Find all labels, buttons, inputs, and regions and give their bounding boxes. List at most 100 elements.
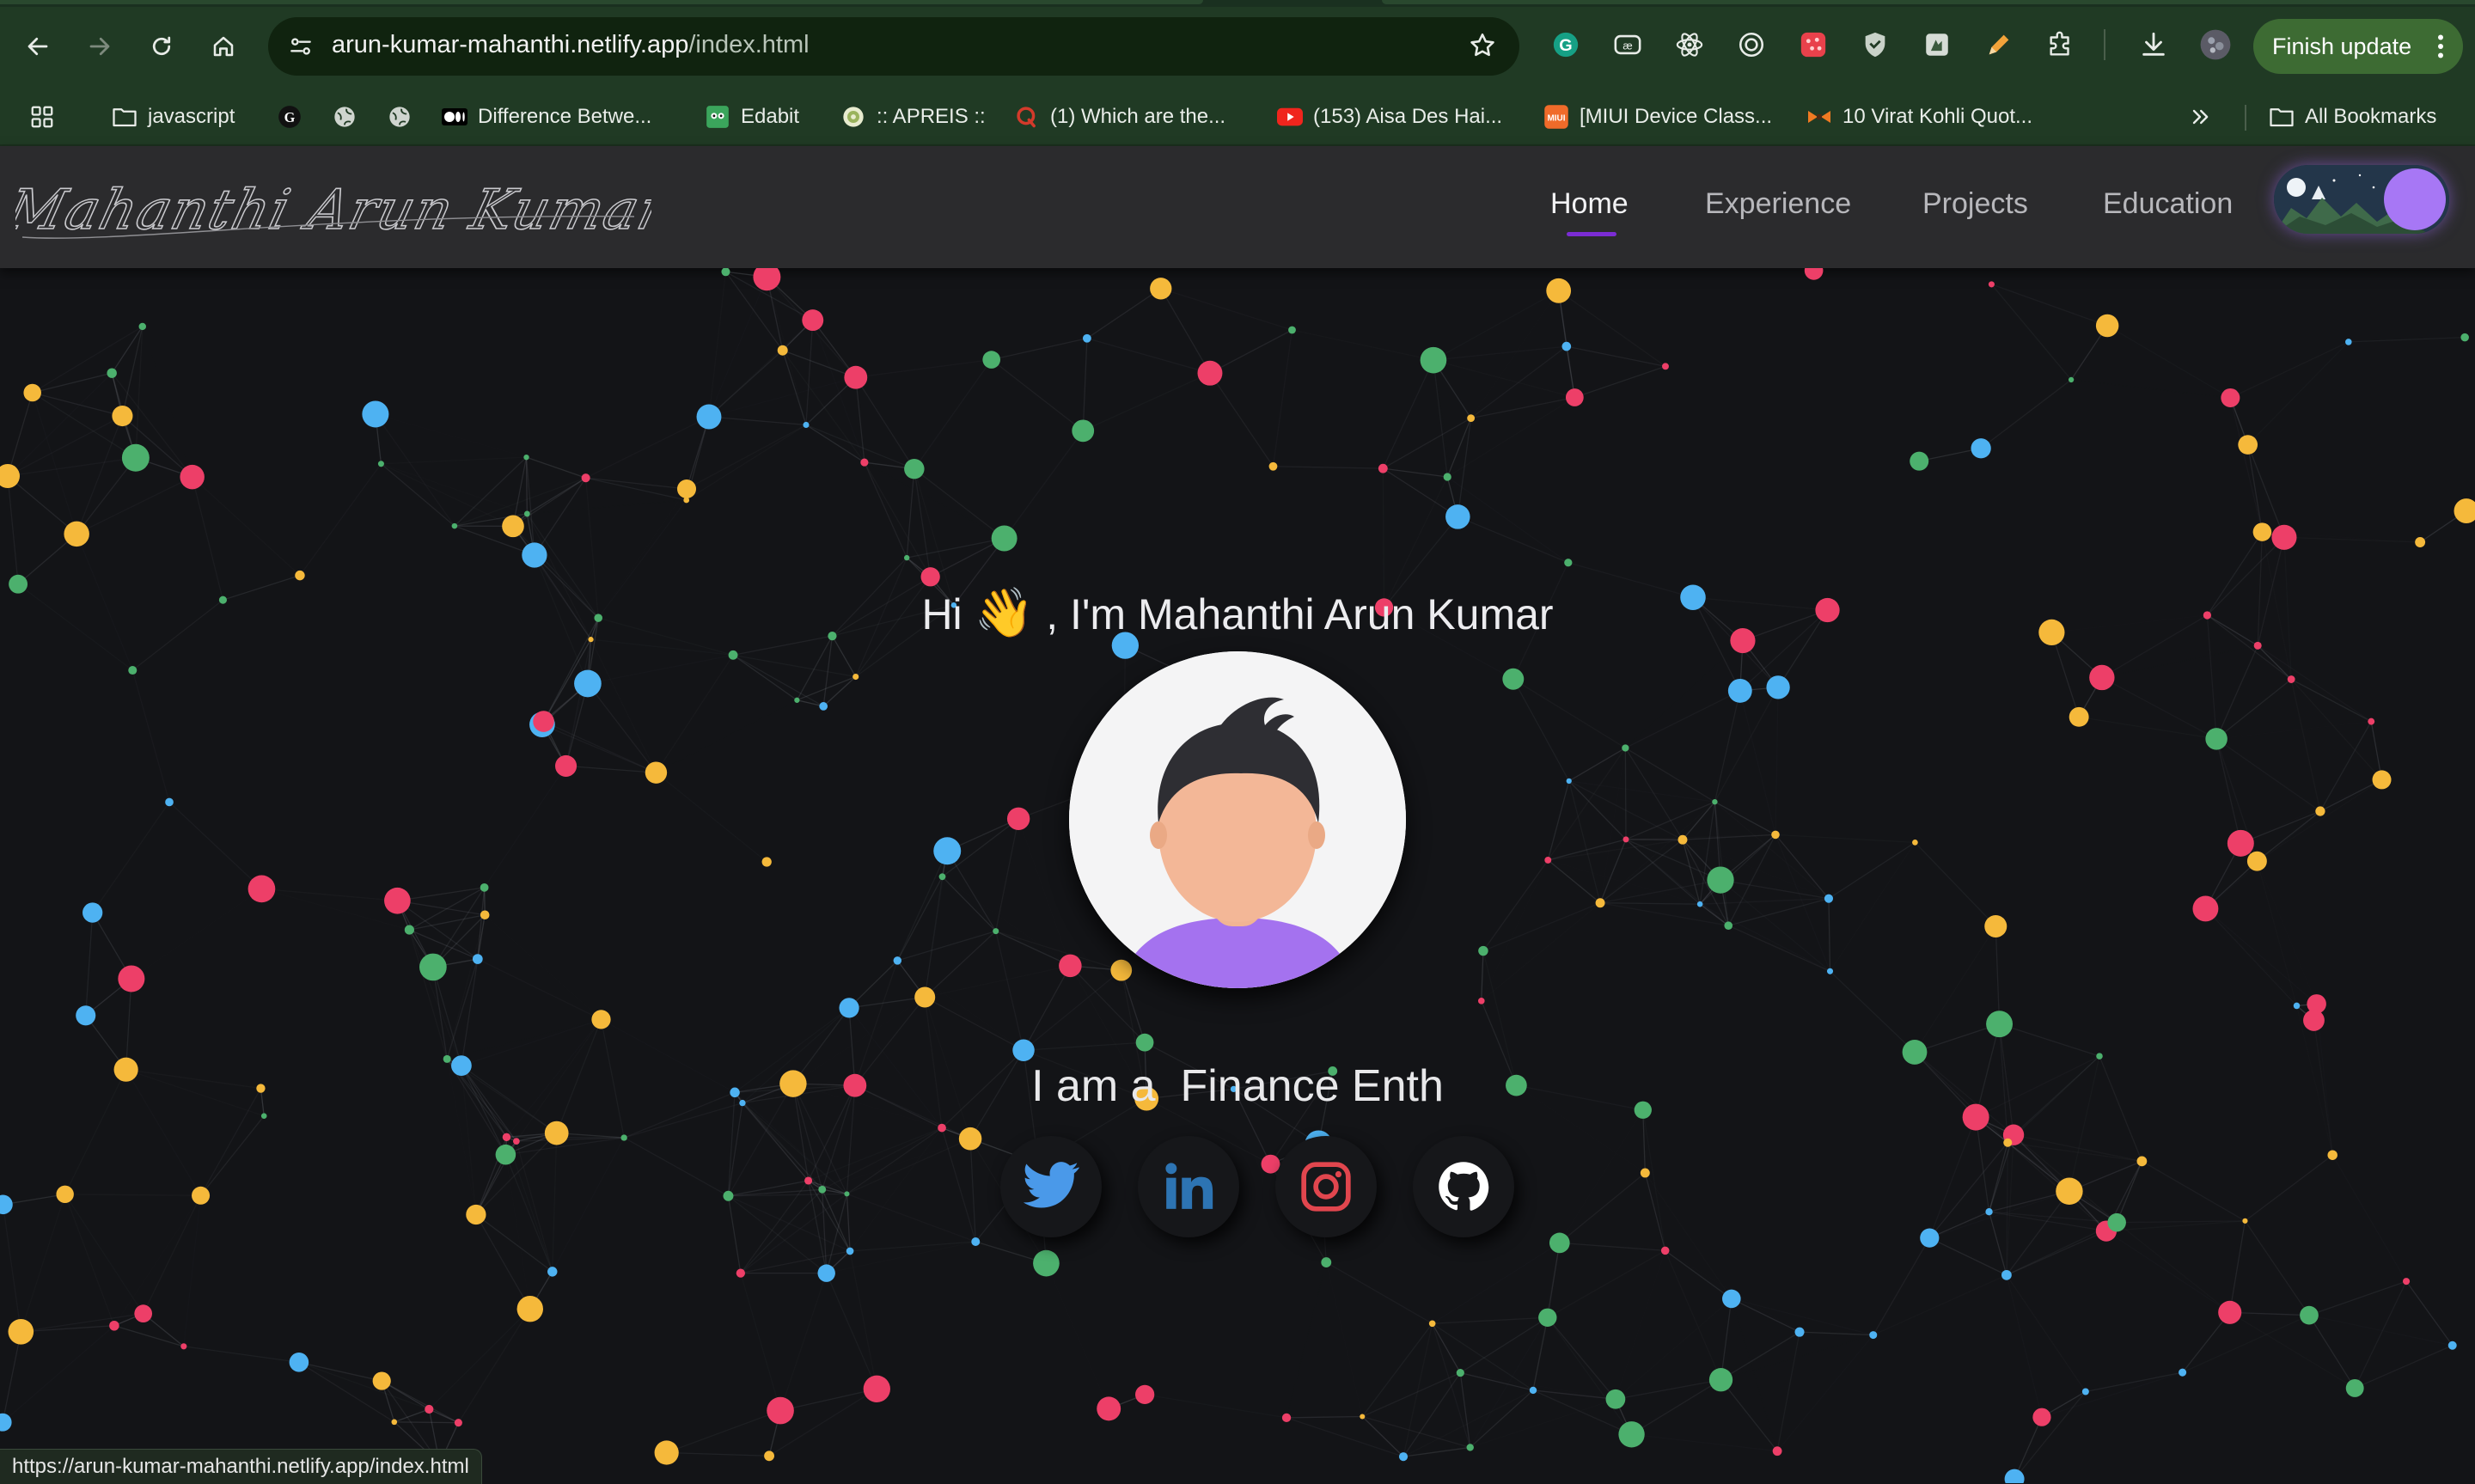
particle-dot [2056,1178,2082,1205]
puzzle-icon [2046,30,2075,59]
particle-dot [2346,1379,2364,1397]
downloads-button[interactable] [2136,27,2171,62]
particle-dot [1984,915,2007,937]
arrow-right-icon [87,34,113,59]
particle-dot [864,1376,890,1402]
react-devtools-extension[interactable] [1672,27,1707,62]
target-extension[interactable] [1734,27,1769,62]
reload-button[interactable] [141,26,182,67]
all-bookmarks-button[interactable]: All Bookmarks [2269,100,2436,134]
extensions-button[interactable] [2044,27,2078,62]
back-button[interactable] [17,26,58,67]
more-bookmarks-button[interactable] [2188,100,2212,134]
particle-dot [904,459,924,479]
particle-dot [391,1420,397,1426]
twitter-link[interactable] [1000,1136,1102,1237]
particle-dot [1538,1309,1556,1327]
grammarly-extension[interactable]: G [1549,27,1583,62]
particle-dot [1197,361,1222,386]
bookmark-item[interactable] [387,100,423,134]
finish-update-button[interactable]: Finish update [2253,19,2463,74]
bookmark-item[interactable]: javascript [112,100,235,134]
particle-dot [0,1195,13,1215]
nav-experience[interactable]: Experience [1705,187,1851,221]
particle-dot [1989,281,1995,287]
home-button[interactable] [203,26,244,67]
apps-button[interactable] [29,100,55,134]
particle-dot [2315,806,2325,815]
particle-dot [1805,268,1824,280]
particle-dot [2003,1139,2012,1147]
particle-dot [2345,339,2352,345]
profile-button[interactable] [2198,27,2233,62]
bookmark-item[interactable]: Difference Betwe... [442,100,651,134]
particle-dot [1662,363,1669,369]
linkedin-icon [1162,1160,1215,1213]
bookmark-item[interactable]: :: APREIS :: [840,100,986,134]
particle-dot [118,965,144,992]
bookmark-item[interactable] [332,100,368,134]
signature-logo: Mahanthi Arun Kumar [15,162,651,256]
bookmark-item[interactable]: G [277,100,313,134]
toggle-knob [2384,168,2446,230]
theme-toggle[interactable] [2274,165,2449,234]
bookmark-label: [MIUI Device Class... [1580,105,1772,129]
particle-dot [2096,1053,2103,1060]
bow-icon [1806,107,1832,127]
bookmark-star-button[interactable] [1468,31,1497,64]
particle-dot [1544,857,1551,864]
particle-dot [1007,808,1030,830]
red-dots-icon [1799,30,1828,59]
bookmark-label: javascript [148,105,235,129]
bookmark-item[interactable]: (1) Which are the... [1014,100,1225,134]
site-info-icon[interactable] [287,33,315,64]
particle-dot [764,1450,774,1461]
particle-dot [1421,347,1447,374]
particle-dot [2238,435,2258,455]
shield-icon [1861,30,1890,59]
cc-extension[interactable]: æ [1610,27,1645,62]
particle-dot [1378,464,1388,473]
pencil-extension[interactable] [1982,27,2016,62]
medium-icon [442,107,468,126]
particle-dot [1766,675,1789,699]
particle-dot [290,1353,309,1372]
forward-button[interactable] [79,26,120,67]
particle-dot [2089,665,2114,690]
particle-dot [1912,840,1918,846]
instagram-icon [1299,1160,1353,1213]
nav-home[interactable]: Home [1550,187,1629,221]
particle-dot [2179,1369,2186,1377]
hero-section: Hi 👋 , I'm Mahanthi Arun Kumar I am a Fi… [0,268,2475,1483]
nav-education[interactable]: Education [2103,187,2233,221]
site-logo[interactable]: Mahanthi Arun Kumar [15,162,651,260]
particle-dot [362,400,388,427]
particle-dot [496,1145,516,1165]
particle-dot [938,1124,946,1133]
g-logo-icon: G [278,105,302,129]
github-link[interactable] [1413,1136,1514,1237]
address-url[interactable]: arun-kumar-mahanthi.netlify.app/index.ht… [332,31,810,59]
particle-dot [1033,1250,1060,1277]
address-bar[interactable]: arun-kumar-mahanthi.netlify.app/index.ht… [268,17,1519,76]
nav-projects[interactable]: Projects [1922,187,2028,221]
particle-dot [844,1191,849,1196]
bird-extension[interactable] [1920,27,1954,62]
bookmark-item[interactable]: Edabit [705,100,799,134]
bookmark-item[interactable]: (153) Aisa Des Hai... [1277,100,1502,134]
red-dots-extension[interactable] [1796,27,1830,62]
profile-avatar-icon [2199,28,2232,61]
particle-dot [860,459,868,467]
more-options-icon [2435,31,2446,62]
instagram-link[interactable] [1275,1136,1377,1237]
bookmark-item[interactable]: MIUI[MIUI Device Class... [1543,100,1772,134]
grammarly-icon: G [1551,30,1580,59]
particle-dot [1097,1396,1121,1420]
svg-text:æ: æ [1622,40,1632,52]
bookmark-item[interactable]: 10 Virat Kohli Quot... [1806,100,2032,134]
shield-extension[interactable] [1858,27,1892,62]
particle-dot [2327,1150,2337,1159]
particle-dot [804,1176,812,1184]
particle-dot [545,1121,569,1145]
linkedin-link[interactable] [1138,1136,1239,1237]
